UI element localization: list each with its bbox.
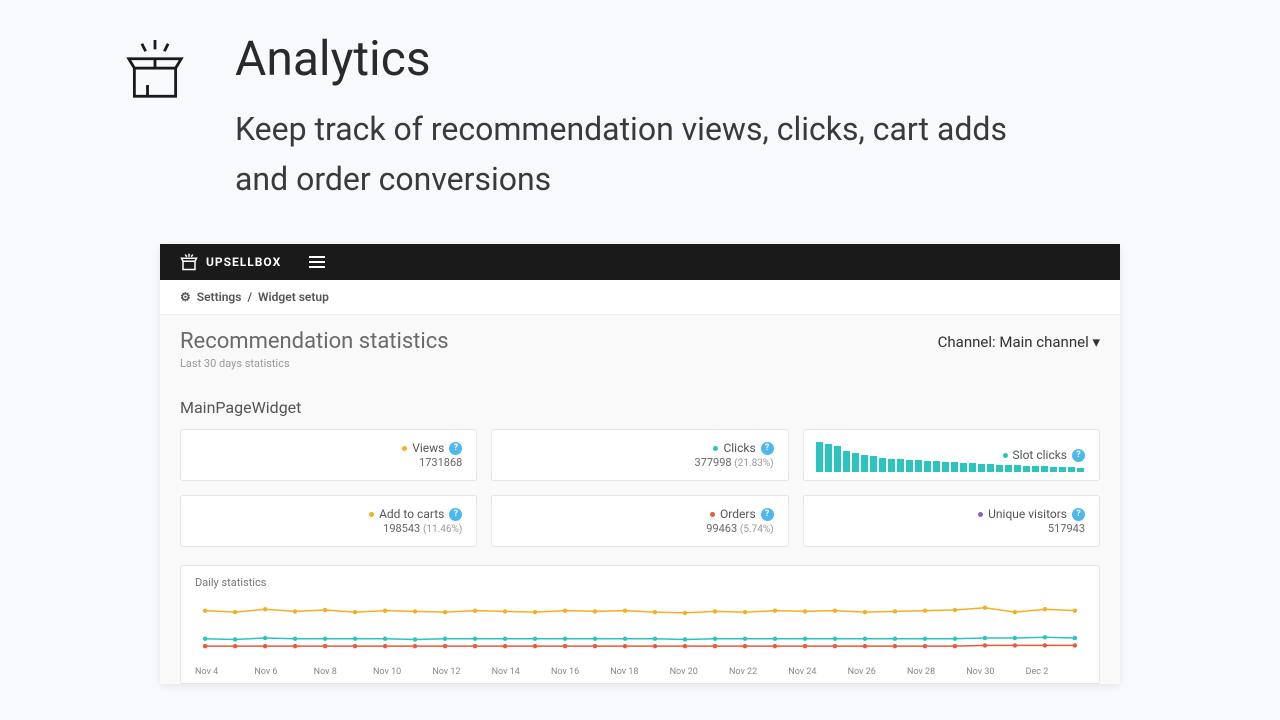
breadcrumb: ⚙ Settings / Widget setup xyxy=(160,280,1120,315)
card-add-to-carts: Add to carts ? 198543 (11.46%) xyxy=(180,495,477,547)
breadcrumb-settings[interactable]: Settings xyxy=(197,290,242,304)
daily-title: Daily statistics xyxy=(195,576,1085,589)
widget-name: MainPageWidget xyxy=(180,398,1100,417)
hero-title: Analytics xyxy=(235,30,1035,87)
channel-selector[interactable]: Channel: Main channel ▾ xyxy=(938,333,1100,351)
card-clicks: Clicks ? 377998 (21.83%) xyxy=(491,429,788,481)
dot-icon xyxy=(978,512,983,517)
help-icon[interactable]: ? xyxy=(761,442,774,455)
dot-icon xyxy=(713,446,718,451)
help-icon[interactable]: ? xyxy=(761,508,774,521)
slot-sparkline xyxy=(816,442,1084,472)
menu-icon[interactable] xyxy=(309,256,325,268)
daily-line-chart xyxy=(195,595,1085,665)
box-icon xyxy=(125,40,185,100)
app-window: UPSELLBOX ⚙ Settings / Widget setup Reco… xyxy=(160,244,1120,684)
card-unique-visitors: Unique visitors ? 517943 xyxy=(803,495,1100,547)
dot-icon xyxy=(710,512,715,517)
breadcrumb-current[interactable]: Widget setup xyxy=(258,290,329,304)
help-icon[interactable]: ? xyxy=(449,508,462,521)
page-subtitle: Last 30 days statistics xyxy=(180,357,449,370)
card-views: Views ? 1731868 xyxy=(180,429,477,481)
brand[interactable]: UPSELLBOX xyxy=(180,253,281,271)
daily-statistics: Daily statistics Nov 4Nov 6Nov 8Nov 10No… xyxy=(180,565,1100,684)
hero-subtitle: Keep track of recommendation views, clic… xyxy=(235,105,1035,204)
topbar: UPSELLBOX xyxy=(160,244,1120,280)
card-orders: Orders ? 99463 (5.74%) xyxy=(491,495,788,547)
brand-icon xyxy=(180,253,198,271)
help-icon[interactable]: ? xyxy=(449,442,462,455)
chevron-down-icon: ▾ xyxy=(1092,333,1100,351)
help-icon[interactable]: ? xyxy=(1072,508,1085,521)
dot-icon xyxy=(369,512,374,517)
card-slot-clicks: Slot clicks ? xyxy=(803,429,1100,481)
page-title: Recommendation statistics xyxy=(180,329,449,354)
dot-icon xyxy=(402,446,407,451)
brand-label: UPSELLBOX xyxy=(206,255,281,269)
daily-x-labels: Nov 4Nov 6Nov 8Nov 10Nov 12Nov 14Nov 16N… xyxy=(195,667,1085,677)
gear-icon: ⚙ xyxy=(180,290,191,304)
